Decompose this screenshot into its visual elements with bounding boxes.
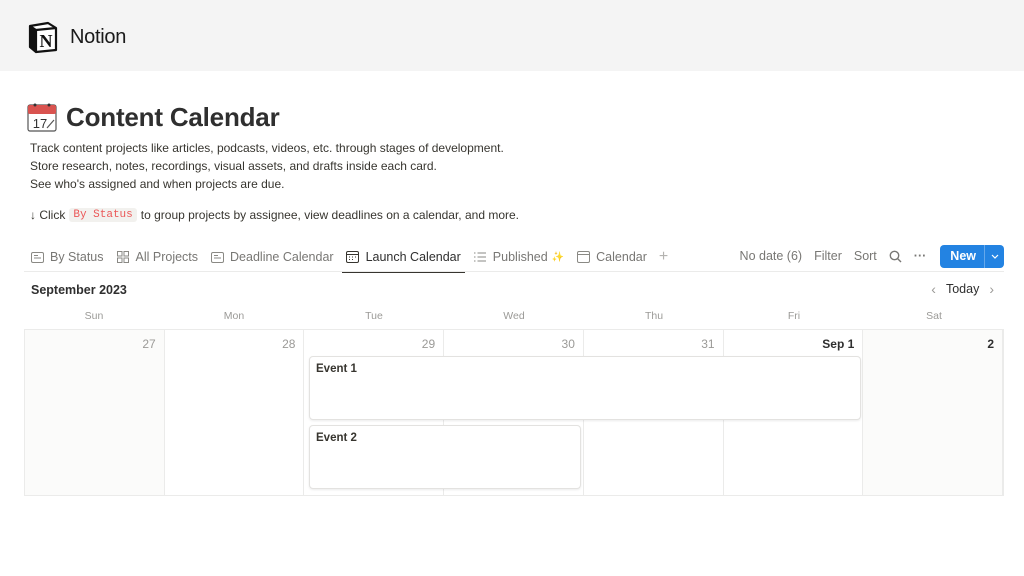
notion-logo-icon[interactable]: N <box>26 20 60 54</box>
divider <box>24 271 1004 272</box>
chevron-right-icon[interactable]: › <box>983 281 1000 297</box>
plus-icon: + <box>658 248 669 265</box>
board-icon <box>30 251 44 263</box>
chevron-down-icon[interactable] <box>984 244 1004 268</box>
top-bar: N Notion <box>0 0 1024 71</box>
today-button[interactable]: Today <box>942 282 983 296</box>
weekday-label: Tue <box>365 310 383 322</box>
day-cell[interactable]: 28 <box>164 330 305 495</box>
search-icon[interactable] <box>889 250 902 263</box>
tab-label: By Status <box>50 250 104 264</box>
weekday-label: Thu <box>644 310 664 322</box>
day-number: 2 <box>987 337 995 351</box>
tab-by-status[interactable]: By Status <box>24 243 110 271</box>
weekday-header: Sun Mon Tue Wed Thu Fri Sat <box>24 310 1004 328</box>
page-header: 17 Content Calendar <box>27 100 280 134</box>
weekday-label: Fri <box>787 310 801 322</box>
description-line: Store research, notes, recordings, visua… <box>30 159 437 173</box>
day-cell[interactable]: 2 <box>863 330 1004 495</box>
day-cell[interactable]: 27 <box>25 330 165 495</box>
hint-prefix: ↓ Click <box>30 208 66 222</box>
brand-name: Notion <box>70 26 127 48</box>
calendar-icon <box>576 251 590 263</box>
add-view-button[interactable]: + <box>653 243 674 271</box>
svg-text:17: 17 <box>33 116 47 131</box>
weekday-label: Mon <box>223 310 245 322</box>
tab-label: Deadline Calendar <box>230 250 334 264</box>
gallery-icon <box>116 251 130 263</box>
list-icon <box>473 251 487 263</box>
inline-code-by-status: By Status <box>69 208 137 222</box>
hint-suffix: to group projects by assignee, view dead… <box>140 208 519 222</box>
new-button-label[interactable]: New <box>940 245 984 268</box>
day-number: 29 <box>421 337 436 351</box>
weekday-label: Sun <box>84 310 104 322</box>
day-number: Sep 1 <box>822 337 855 351</box>
tab-label: All Projects <box>135 250 199 264</box>
new-button[interactable]: New <box>940 244 1004 268</box>
board-icon <box>210 251 224 263</box>
weekday-label: Sat <box>926 310 942 322</box>
calendar-grid: 27 28 29 30 31 Sep 1 2 Event 1 Event 2 <box>24 329 1004 496</box>
calendar-event[interactable]: Event 1 <box>309 356 861 420</box>
weekday-label: Wed <box>503 310 525 322</box>
event-title: Event 1 <box>316 363 357 375</box>
tab-all-projects[interactable]: All Projects <box>110 243 205 271</box>
svg-text:N: N <box>40 31 53 51</box>
page-title: Content Calendar <box>66 101 280 132</box>
tab-label: Launch Calendar <box>365 250 461 264</box>
tab-published[interactable]: Published ✨ <box>467 243 570 271</box>
tab-launch-calendar[interactable]: Launch Calendar <box>340 243 467 273</box>
calendar-icon <box>346 251 360 263</box>
day-number: 30 <box>561 337 575 351</box>
day-number: 27 <box>142 337 156 351</box>
description-line: Track content projects like articles, po… <box>30 141 504 155</box>
calendar-event[interactable]: Event 2 <box>309 425 581 489</box>
sparkle-icon: ✨ <box>551 251 565 263</box>
calendar-nav: ‹ Today › <box>925 281 1000 297</box>
more-options-icon[interactable]: ··· <box>914 249 927 263</box>
tab-calendar[interactable]: Calendar <box>570 243 653 271</box>
view-tabs: By Status All Projects Deadline Calendar… <box>24 242 674 273</box>
event-title: Event 2 <box>316 432 357 444</box>
day-number: 28 <box>282 337 296 351</box>
tab-label: Calendar <box>596 250 647 264</box>
tab-deadline-calendar[interactable]: Deadline Calendar <box>204 243 340 271</box>
tab-label: Published <box>492 250 548 264</box>
month-label: September 2023 <box>31 283 127 297</box>
no-date-button[interactable]: No date (6) <box>740 249 803 263</box>
view-toolbar: No date (6) Filter Sort ··· New <box>728 244 1004 268</box>
hint-line: ↓ Click By Status to group projects by a… <box>30 208 519 222</box>
filter-button[interactable]: Filter <box>814 249 842 263</box>
description-line: See who's assigned and when projects are… <box>30 177 285 191</box>
sort-button[interactable]: Sort <box>854 249 877 263</box>
day-number: 31 <box>701 337 715 351</box>
calendar-emoji-icon[interactable]: 17 <box>27 102 57 132</box>
chevron-left-icon[interactable]: ‹ <box>925 281 942 297</box>
page-description: Track content projects like articles, po… <box>30 139 504 193</box>
